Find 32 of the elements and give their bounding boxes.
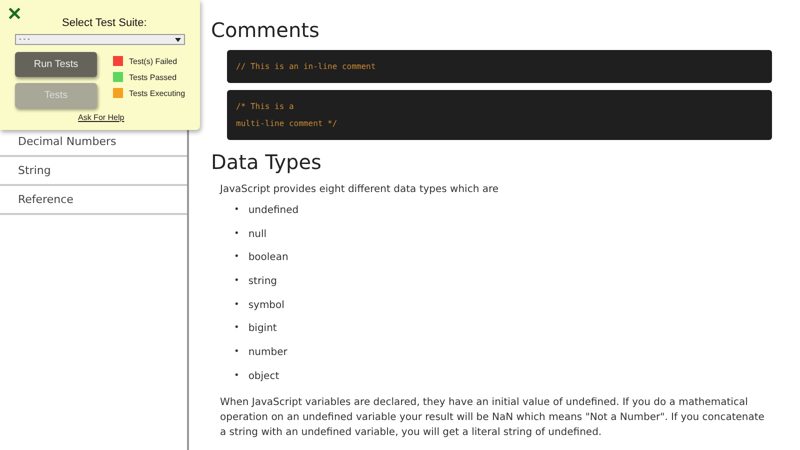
bullet: • [234,228,240,241]
bullet: • [234,298,240,312]
bullet: • [234,275,240,288]
sidebar-item[interactable]: String [0,157,187,186]
test-button[interactable]: Run Tests [15,52,97,77]
list-item: object [248,370,280,384]
bullet: • [234,251,240,264]
list-item: null [248,228,267,242]
list-item: string [248,275,278,290]
section-heading: Data Types [211,150,322,174]
paragraph: When JavaScript variables are declared, they have an initial value of undefined. If you do a mathematical operation on an undefined variable your result will be NaN which means "Not a Number". If you concatenate a string with an undefined variable, you will get a literal string of undefined. [220,396,766,440]
list-item: boolean [248,251,288,266]
bullet: • [234,322,240,336]
caret-icon [175,38,181,42]
legend-label: Tests Passed [129,72,177,82]
list-item: number [248,346,288,360]
bullet: • [234,204,240,217]
list-item: bigint [248,322,277,336]
help-link[interactable]: Ask For Help [78,113,124,122]
legend-label: Tests Executing [129,88,186,98]
code-block: // This is an in-line comment [227,50,772,83]
suite-label: Select Test Suite: [62,17,147,29]
sidebar-item[interactable]: Reference [0,186,187,215]
paragraph: JavaScript provides eight different data types which are [220,183,500,197]
code-block: /* This is a multi-line comment */ [227,90,772,140]
list-item: symbol [248,298,284,313]
bullet: • [234,370,240,383]
section-heading: Comments [211,18,320,42]
legend-label: Test(s) Failed [129,56,178,66]
list-item: undefined [248,204,299,218]
bullet: • [234,346,240,360]
close-button[interactable]: ✕ [7,3,22,25]
